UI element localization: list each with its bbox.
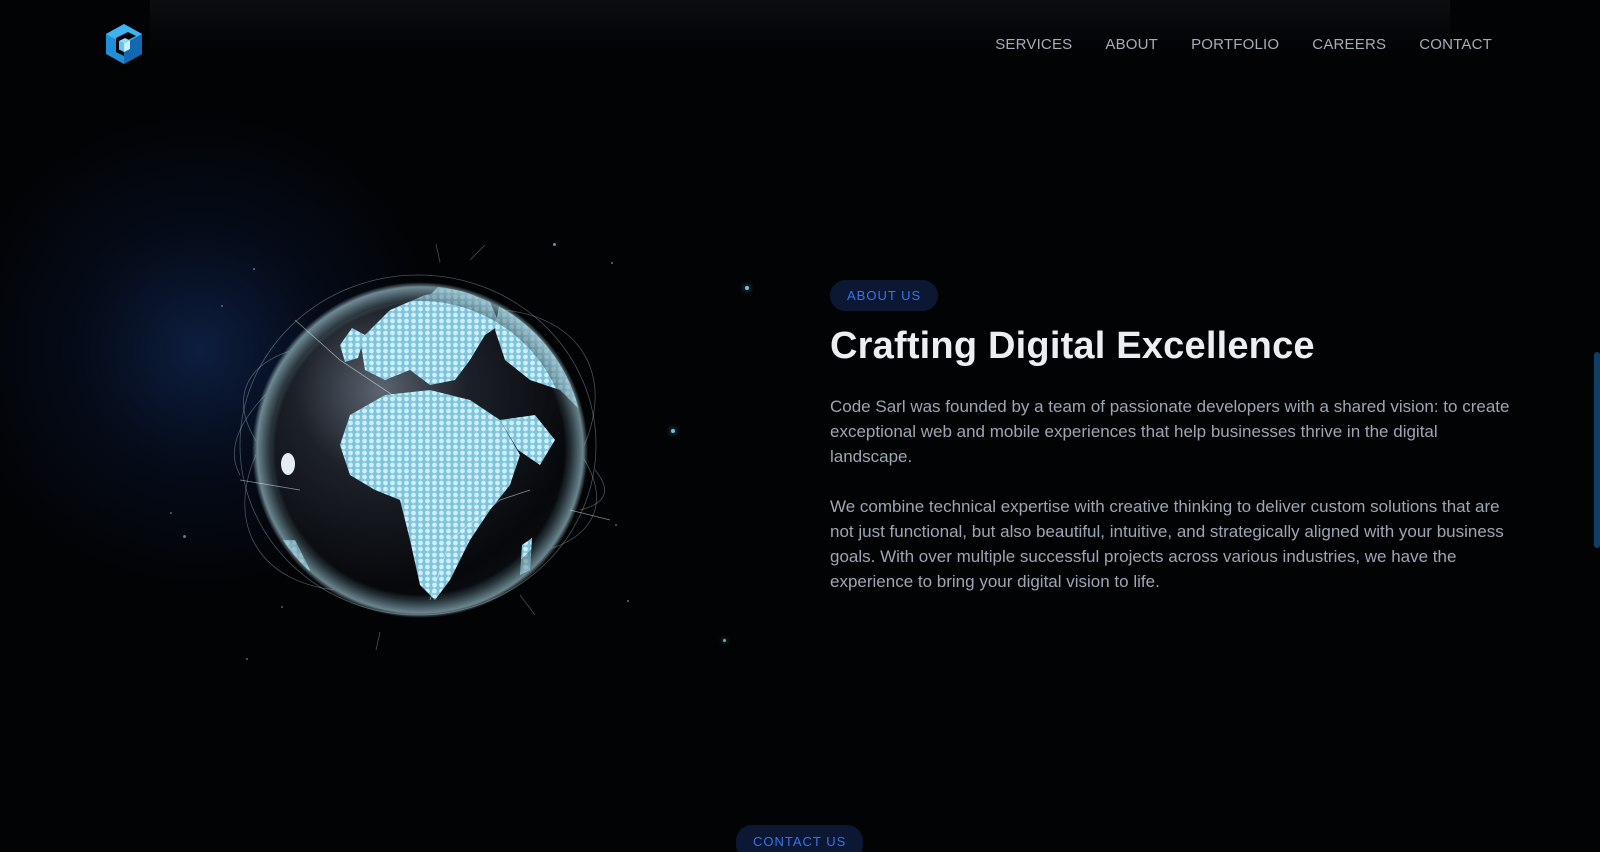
page: SERVICES ABOUT PORTFOLIO CAREERS CONTACT — [0, 0, 1600, 852]
contact-us-badge: CONTACT US — [736, 825, 864, 852]
about-paragraph-1: Code Sarl was founded by a team of passi… — [830, 397, 1510, 466]
star-particle — [745, 286, 749, 290]
nav-item-careers[interactable]: CAREERS — [1312, 36, 1386, 53]
page-title: Crafting Digital Excellence — [830, 325, 1315, 367]
cube-logo-icon[interactable] — [102, 22, 146, 66]
globe-illustration — [200, 240, 640, 651]
nav-item-portfolio[interactable]: PORTFOLIO — [1191, 36, 1279, 53]
scrollbar-thumb[interactable] — [1594, 352, 1600, 548]
about-paragraph-2: We combine technical expertise with crea… — [830, 497, 1504, 591]
star-particle — [671, 429, 675, 433]
star-particle — [183, 535, 186, 538]
nav-item-contact[interactable]: CONTACT — [1419, 36, 1492, 53]
nav-item-about[interactable]: ABOUT — [1105, 36, 1158, 53]
main-nav: SERVICES ABOUT PORTFOLIO CAREERS CONTACT — [995, 36, 1492, 53]
star-particle — [170, 512, 172, 514]
about-us-badge: ABOUT US — [830, 280, 939, 311]
about-section: ABOUT US Crafting Digital Excellence Cod… — [830, 280, 1520, 594]
nav-item-services[interactable]: SERVICES — [995, 36, 1072, 53]
star-particle — [723, 639, 726, 642]
star-particle — [246, 658, 248, 660]
